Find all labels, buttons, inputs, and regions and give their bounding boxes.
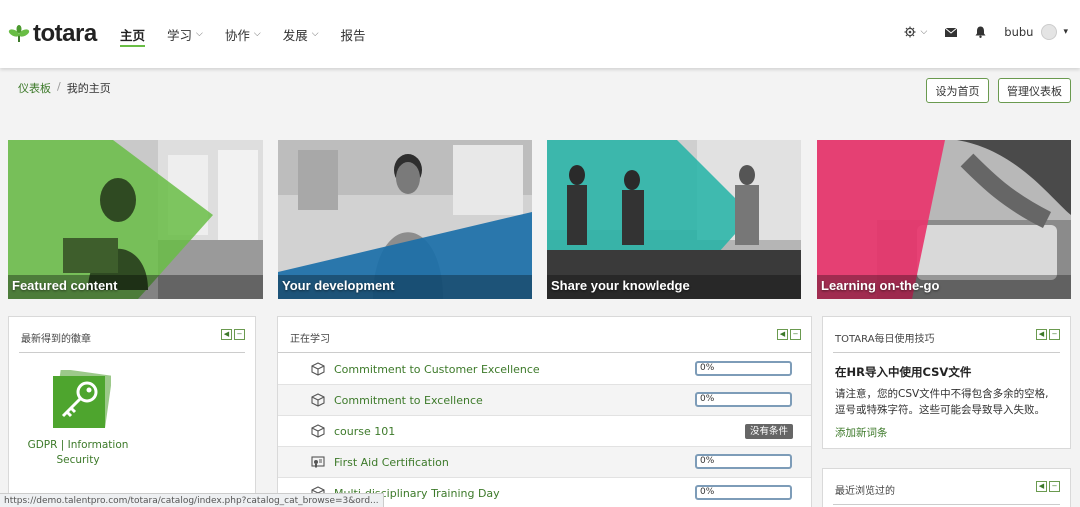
key-icon [53, 368, 113, 428]
caret-down-icon: ▾ [1063, 27, 1068, 37]
user-name: bubu [1004, 25, 1034, 39]
nav-item-home[interactable]: 主页 [120, 24, 146, 47]
bell-icon [975, 26, 986, 38]
progress-bar: 0% [695, 454, 792, 469]
status-badge: 没有条件 [745, 424, 794, 439]
block-title: TOTARA每日使用技巧 [835, 334, 935, 345]
main-nav: 主页 学习 ⌵ 协作 ⌵ 发展 ⌵ 报告 [120, 24, 388, 47]
block-controls: ◀ − [775, 329, 801, 340]
nav-item-reports[interactable]: 报告 [341, 24, 366, 44]
block-controls: ◀ − [1034, 481, 1060, 492]
messages-button[interactable] [945, 27, 958, 37]
chevron-down-icon: ⌵ [196, 29, 203, 39]
collapse-icon[interactable]: − [790, 329, 801, 340]
recent-badges-block: 最新得到的徽章 ◀ − GDPR | Information Security [8, 316, 256, 507]
set-as-home-button[interactable]: 设为首页 [926, 78, 989, 103]
progress-bar: 0% [695, 392, 792, 407]
chevron-down-icon: ⌵ [311, 29, 319, 39]
tip-body-line: 逗号或特殊字符。这些可能会导致导入失败。 [835, 404, 1045, 416]
gear-icon [904, 26, 916, 38]
dock-icon[interactable]: ◀ [1036, 329, 1047, 340]
tip-body-line: 请注意，您的CSV文件中不得包含多余的空格, [835, 388, 1049, 400]
daily-tips-block: TOTARA每日使用技巧 ◀ − 在HR导入中使用CSV文件 请注意，您的CSV… [822, 316, 1071, 449]
course-link[interactable]: Commitment to Excellence [334, 394, 483, 407]
tile-label: Learning on-the-go [821, 278, 940, 293]
progress-bar: 0% [695, 361, 792, 376]
chevron-down-icon: ⌵ [920, 27, 928, 37]
badge-name-line: GDPR | Information [27, 439, 129, 451]
learning-row: Commitment to Excellence 0% [278, 385, 811, 416]
progress-bar: 0% [695, 485, 792, 500]
nav-label: 协作 [224, 27, 250, 43]
nav-label: 报告 [340, 27, 366, 43]
nav-item-learning[interactable]: 学习 ⌵ [167, 24, 203, 44]
tile-share-knowledge[interactable]: Share your knowledge [547, 140, 801, 299]
tile-photo [278, 140, 532, 299]
tile-photo [547, 140, 801, 299]
totara-logo[interactable]: totara [8, 20, 97, 48]
recently-viewed-block: 最近浏览过的 ◀ − [822, 468, 1071, 507]
top-navigation-bar: totara 主页 学习 ⌵ 协作 ⌵ 发展 ⌵ 报告 ⌵ bubu ▾ [0, 0, 1080, 68]
tile-photo [817, 140, 1071, 299]
tile-label: Share your knowledge [551, 278, 690, 293]
divider [833, 504, 1060, 505]
tile-your-development[interactable]: Your development [278, 140, 532, 299]
block-controls: ◀ − [1034, 329, 1060, 340]
current-learning-block: 正在学习 ◀ − Commitment to Customer Excellen… [277, 316, 812, 507]
certification-link[interactable]: First Aid Certification [334, 456, 449, 469]
dock-icon[interactable]: ◀ [1036, 481, 1047, 492]
tile-photo [8, 140, 263, 299]
learning-row: First Aid Certification 0% [278, 447, 811, 478]
certification-icon [311, 456, 325, 468]
divider [278, 352, 811, 353]
course-cube-icon [311, 393, 325, 407]
breadcrumb-current: 我的主页 [66, 82, 111, 95]
tile-learning-on-the-go[interactable]: Learning on-the-go [817, 140, 1071, 299]
block-title: 最新得到的徽章 [21, 334, 91, 345]
divider [833, 352, 1060, 353]
tile-label: Your development [282, 278, 395, 293]
course-link[interactable]: Commitment to Customer Excellence [334, 363, 540, 376]
chevron-down-icon: ⌵ [253, 29, 261, 39]
dock-icon[interactable]: ◀ [221, 329, 232, 340]
user-tools: ⌵ bubu ▾ [886, 24, 1068, 40]
learning-row: Commitment to Customer Excellence 0% [278, 354, 811, 385]
collapse-icon[interactable]: − [1049, 329, 1060, 340]
dock-icon[interactable]: ◀ [777, 329, 788, 340]
avatar [1041, 24, 1058, 40]
tip-heading: 在HR导入中使用CSV文件 [835, 365, 972, 379]
learning-row: course 101 没有条件 [278, 416, 811, 447]
badge-image[interactable] [49, 368, 113, 432]
breadcrumb-separator: / [57, 80, 61, 93]
breadcrumb-dashboard-link[interactable]: 仪表板 [18, 80, 51, 96]
block-controls: ◀ − [219, 329, 245, 340]
nav-label: 学习 [167, 27, 193, 43]
nav-label: 发展 [282, 27, 308, 43]
badge-name-line: Security [56, 454, 100, 466]
status-bar-url: https://demo.talentpro.com/totara/catalo… [0, 493, 384, 507]
collapse-icon[interactable]: − [1049, 481, 1060, 492]
course-cube-icon [311, 424, 325, 438]
breadcrumb: 仪表板 / 我的主页 [18, 80, 111, 96]
divider [19, 352, 245, 353]
notifications-button[interactable] [975, 26, 986, 38]
tile-featured-content[interactable]: Featured content [8, 140, 263, 299]
block-title: 最近浏览过的 [835, 486, 895, 497]
settings-menu[interactable]: ⌵ [904, 26, 927, 38]
block-title: 正在学习 [290, 334, 330, 345]
course-link[interactable]: course 101 [334, 425, 395, 438]
add-new-entry-link[interactable]: 添加新词条 [835, 425, 888, 440]
collapse-icon[interactable]: − [234, 329, 245, 340]
nav-item-develop[interactable]: 发展 ⌵ [283, 24, 319, 44]
course-cube-icon [311, 362, 325, 376]
user-menu[interactable]: bubu ▾ [1004, 24, 1068, 40]
envelope-icon [945, 27, 958, 37]
badge-name[interactable]: GDPR | Information Security [19, 438, 137, 468]
manage-dashboard-button[interactable]: 管理仪表板 [998, 78, 1071, 103]
leaf-logo-icon [8, 25, 30, 42]
nav-item-collaborate[interactable]: 协作 ⌵ [225, 24, 261, 44]
tile-label: Featured content [12, 278, 118, 293]
logo-text: totara [33, 20, 97, 47]
nav-label: 主页 [120, 27, 146, 43]
